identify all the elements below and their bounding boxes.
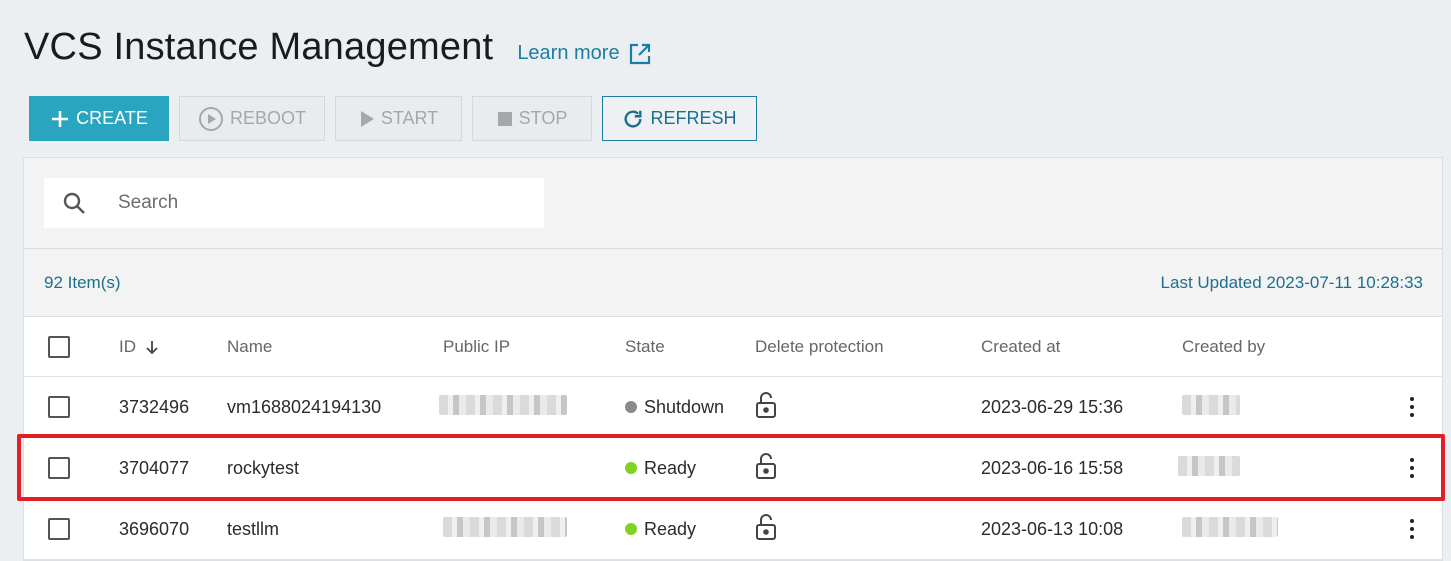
unlock-icon: [756, 391, 776, 418]
create-button[interactable]: CREATE: [29, 96, 169, 141]
table-row[interactable]: 3732496 vm1688024194130 Shutdown 2023-06…: [24, 377, 1442, 438]
plus-icon: [52, 110, 69, 127]
search-input[interactable]: [118, 192, 518, 214]
page-title: VCS Instance Management: [24, 26, 494, 68]
kebab-menu-icon[interactable]: [1410, 458, 1414, 478]
start-button[interactable]: START: [335, 96, 462, 141]
last-updated: Last Updated 2023-07-11 10:28:33: [1160, 272, 1423, 292]
learn-more-link[interactable]: Learn more: [517, 42, 651, 66]
row-created-by: [1182, 516, 1382, 542]
refresh-icon: [624, 110, 643, 128]
row-id: 3704077: [119, 457, 190, 478]
refresh-button[interactable]: REFRESH: [602, 96, 757, 141]
row-state: Ready: [625, 519, 755, 540]
row-state-label: Ready: [644, 518, 697, 539]
play-icon: [360, 110, 374, 127]
status-dot-ready: [625, 462, 637, 474]
row-created-at: 2023-06-29 15:36: [981, 396, 1124, 417]
row-id: 3732496: [119, 396, 190, 417]
row-delete-protection[interactable]: [755, 391, 981, 424]
search-area: [24, 158, 1442, 249]
instance-panel: 92 Item(s) Last Updated 2023-07-11 10:28…: [23, 157, 1443, 561]
create-label: CREATE: [76, 108, 148, 128]
unlock-icon: [756, 513, 776, 540]
kebab-menu-icon[interactable]: [1410, 519, 1414, 539]
column-state: State: [625, 336, 665, 356]
start-label: START: [380, 108, 439, 128]
arrow-down-icon: [146, 340, 158, 354]
status-dot-shutdown: [625, 401, 637, 413]
row-public-ip: [439, 394, 625, 420]
table-row[interactable]: 3696070 testllm Ready 2023-06-13 10:08: [24, 499, 1442, 560]
column-created-by: Created by: [1182, 336, 1266, 356]
row-created-at: 2023-06-16 15:58: [981, 457, 1124, 478]
stop-label: STOP: [518, 108, 568, 128]
redacted-user: [1182, 394, 1240, 415]
row-state-label: Ready: [644, 457, 697, 478]
row-created-by: [1178, 455, 1382, 481]
table-row[interactable]: 3704077 rockytest Ready 2023-06-16 15:58: [24, 438, 1442, 499]
reboot-button[interactable]: REBOOT: [179, 96, 325, 141]
row-public-ip: [443, 516, 625, 542]
kebab-menu-icon[interactable]: [1410, 397, 1414, 417]
stop-icon: [497, 111, 512, 126]
column-id-label: ID: [119, 336, 136, 356]
row-name: vm1688024194130: [227, 396, 382, 417]
stop-button[interactable]: STOP: [472, 96, 592, 141]
info-bar: 92 Item(s) Last Updated 2023-07-11 10:28…: [24, 249, 1442, 317]
redacted-ip: [443, 516, 567, 537]
row-name: testllm: [227, 518, 280, 539]
refresh-label: REFRESH: [650, 108, 737, 128]
external-link-icon: [629, 43, 650, 64]
row-checkbox[interactable]: [48, 457, 70, 479]
redacted-user: [1178, 455, 1240, 476]
row-created-at: 2023-06-13 10:08: [981, 518, 1124, 539]
column-public-ip: Public IP: [443, 336, 511, 356]
reboot-label: REBOOT: [229, 108, 306, 128]
action-toolbar: CREATE REBOOT START STOP REFRESH: [29, 96, 757, 141]
select-all-checkbox[interactable]: [48, 335, 70, 358]
row-state: Shutdown: [625, 397, 755, 418]
redacted-ip: [439, 394, 567, 415]
play-circle-icon: [198, 106, 223, 131]
row-created-by: [1182, 394, 1382, 420]
page-header: VCS Instance Management Learn more: [24, 26, 652, 69]
row-checkbox[interactable]: [48, 396, 70, 418]
column-id[interactable]: ID: [119, 337, 227, 357]
item-count: 92 Item(s): [44, 272, 121, 292]
instance-table: ID Name Public IP State Delete protectio…: [24, 317, 1442, 560]
row-state-label: Shutdown: [644, 396, 725, 417]
redacted-user: [1182, 516, 1278, 537]
row-name: rockytest: [227, 457, 300, 478]
row-delete-protection[interactable]: [755, 452, 981, 485]
table-header-row: ID Name Public IP State Delete protectio…: [24, 317, 1442, 377]
row-checkbox[interactable]: [48, 518, 70, 540]
row-id: 3696070: [119, 518, 190, 539]
column-created-at: Created at: [981, 336, 1061, 356]
column-delete-protection: Delete protection: [755, 336, 884, 356]
search-box[interactable]: [44, 178, 544, 228]
status-dot-ready: [625, 523, 637, 535]
search-icon: [63, 192, 85, 214]
column-name: Name: [227, 336, 273, 356]
unlock-icon: [756, 452, 776, 479]
learn-more-label: Learn more: [517, 42, 620, 64]
row-delete-protection[interactable]: [755, 513, 981, 546]
row-state: Ready: [625, 458, 755, 479]
